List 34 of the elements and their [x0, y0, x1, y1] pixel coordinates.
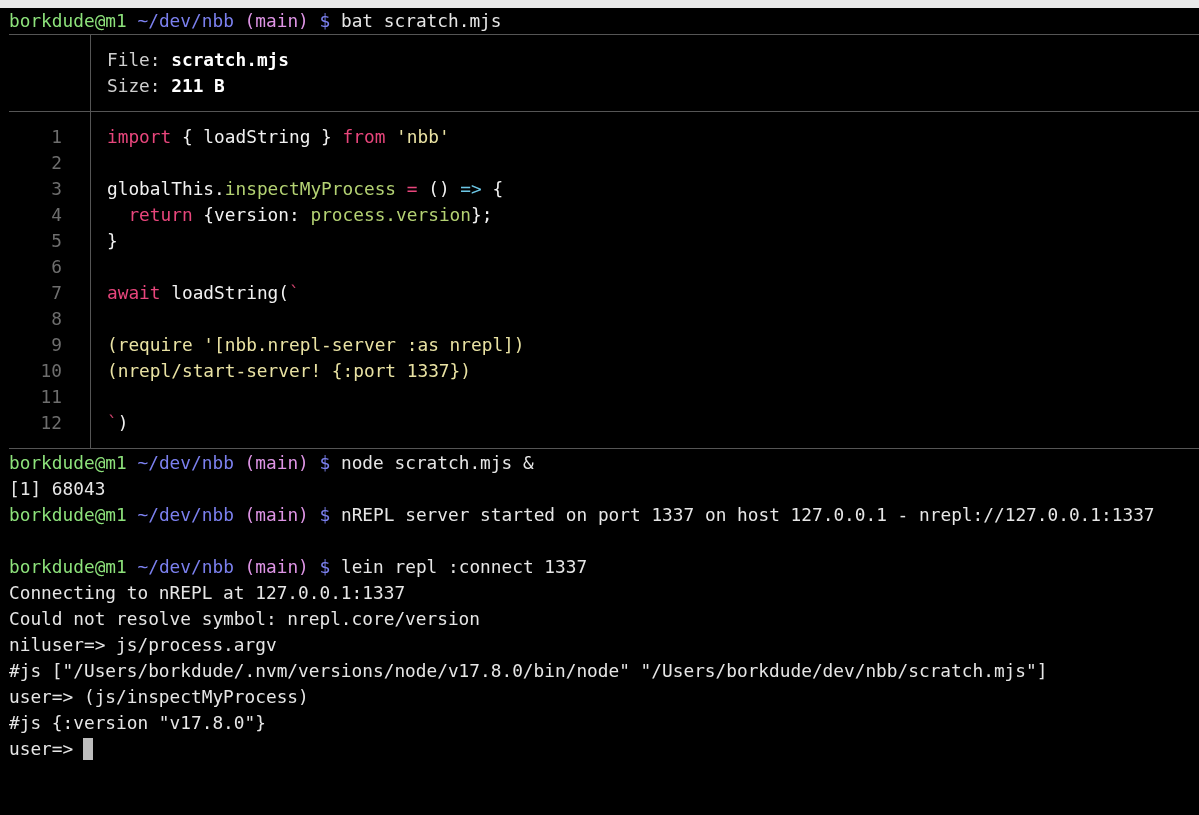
- output-line: user=> (js/inspectMyProcess): [9, 685, 310, 709]
- line-number: 9: [50, 333, 63, 357]
- output-line: niluser=> js/process.argv: [9, 633, 278, 657]
- code-line: (require '[nbb.nrepl-server :as nrepl]): [107, 333, 526, 357]
- output-line: #js {:version "v17.8.0"}: [9, 711, 267, 735]
- line-number: 11: [39, 385, 63, 409]
- code-line: `): [107, 411, 130, 435]
- line-number: 10: [39, 359, 63, 383]
- prompt-line: borkdude@m1 ~/dev/nbb (main) $ nREPL server started on port 1337 on host 127.0.0.1 - nrepl://127.0.0.1:1337: [9, 503, 1156, 527]
- line-number: 2: [50, 151, 63, 175]
- code-line: import { loadString } from 'nbb': [107, 125, 451, 149]
- line-number: 5: [50, 229, 63, 253]
- line-number: 4: [50, 203, 63, 227]
- code-line: globalThis.inspectMyProcess = () => {: [107, 177, 505, 201]
- line-number: 8: [50, 307, 63, 331]
- code-line: return {version: process.version};: [127, 203, 494, 227]
- file-info: File: scratch.mjs: [107, 48, 290, 72]
- repl-prompt: user=>: [9, 737, 74, 761]
- code-line: }: [107, 229, 119, 253]
- line-number: 3: [50, 177, 63, 201]
- output-line: [1] 68043: [9, 477, 107, 501]
- code-line: (nrepl/start-server! {:port 1337}): [107, 359, 472, 383]
- file-info: Size: 211 B: [107, 74, 226, 98]
- line-number: 6: [50, 255, 63, 279]
- output-line: Could not resolve symbol: nrepl.core/version: [9, 607, 482, 631]
- prompt-line: borkdude@m1 ~/dev/nbb (main) $ lein repl :connect 1337: [9, 555, 589, 579]
- line-number: 1: [50, 125, 63, 149]
- code-line: await loadString(`: [107, 281, 301, 305]
- line-number: 12: [39, 411, 63, 435]
- line-number: 7: [50, 281, 63, 305]
- prompt-line: borkdude@m1 ~/dev/nbb (main) $ bat scratch.mjs: [9, 9, 503, 33]
- prompt-line: borkdude@m1 ~/dev/nbb (main) $ node scratch.mjs &: [9, 451, 535, 475]
- output-line: #js ["/Users/borkdude/.nvm/versions/node/v17.8.0/bin/node" "/Users/borkdude/dev/nbb/scratch.mjs"]: [9, 659, 1049, 683]
- output-line: Connecting to nREPL at 127.0.0.1:1337: [9, 581, 407, 605]
